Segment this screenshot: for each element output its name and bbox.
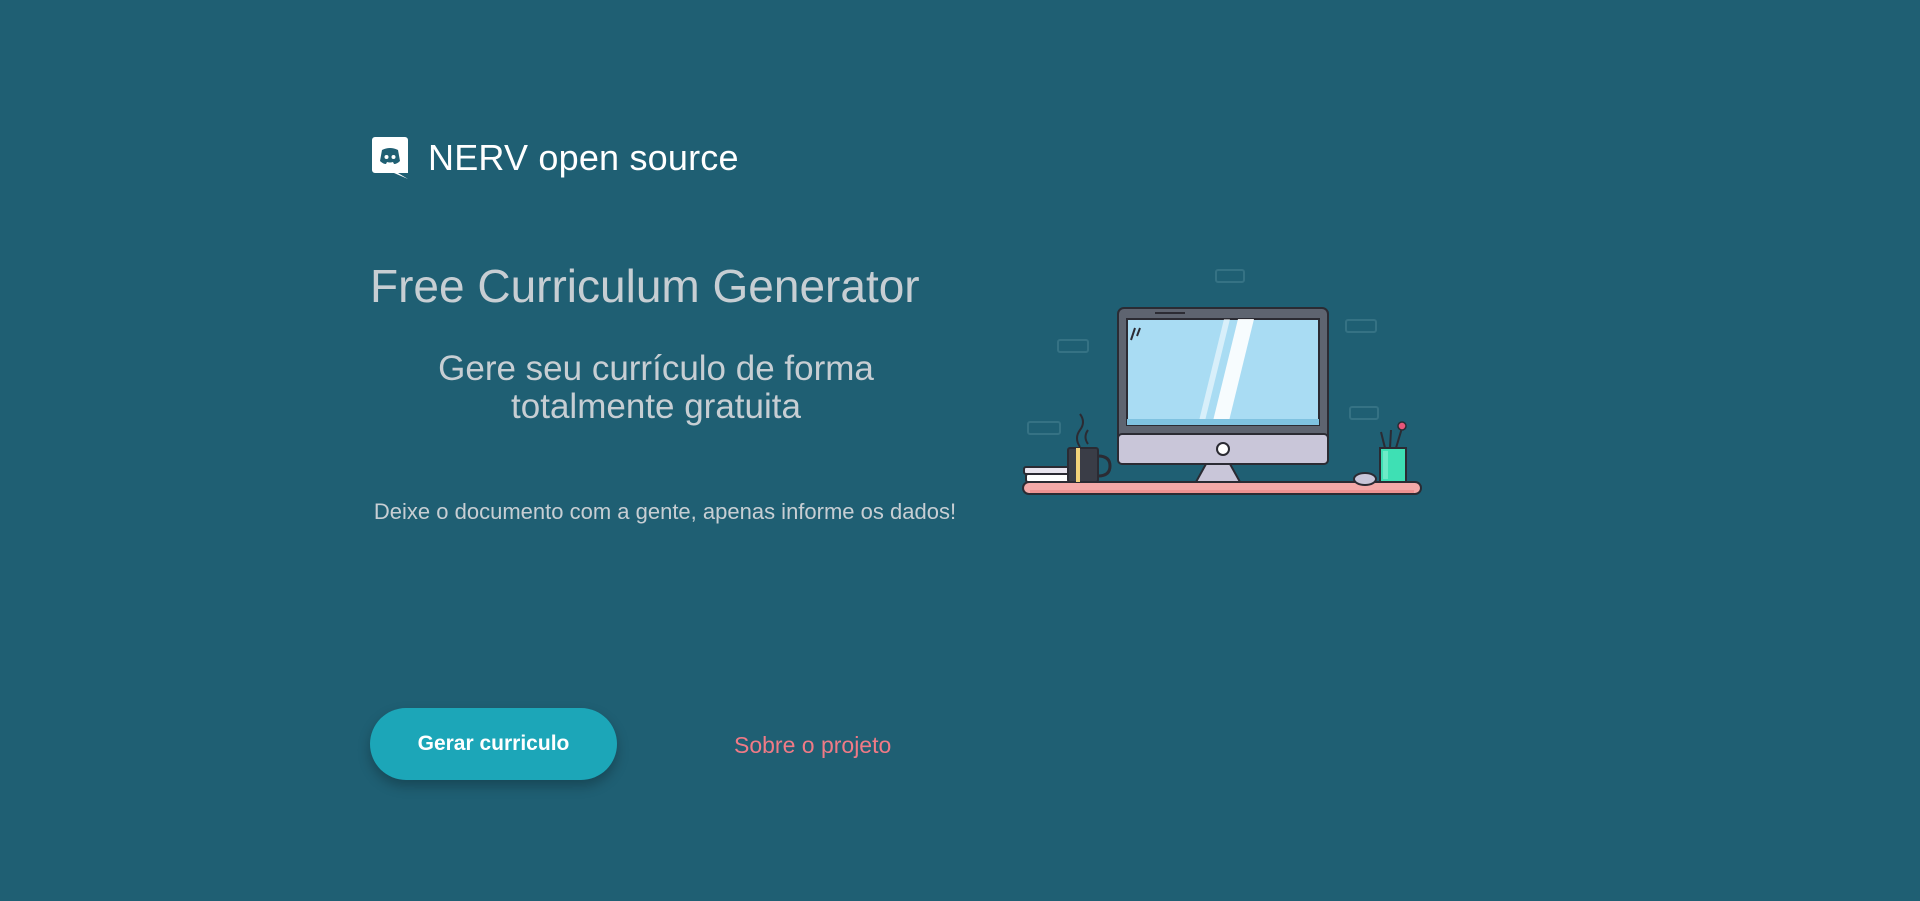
monitor	[1117, 307, 1329, 465]
hero-description: Deixe o documento com a gente, apenas in…	[373, 499, 957, 524]
about-project-link[interactable]: Sobre o projeto	[734, 730, 891, 760]
discord-chat-bubble-icon	[372, 137, 408, 179]
landing-page: NERV open source Free Curriculum Generat…	[0, 0, 1920, 901]
generate-curriculum-button[interactable]: Gerar curriculo	[370, 708, 617, 780]
hero-subtitle: Gere seu currículo de forma totalmente g…	[438, 349, 874, 426]
hero-title: Free Curriculum Generator	[370, 260, 920, 312]
mouse	[1353, 472, 1377, 486]
monitor-stand	[1194, 463, 1242, 483]
pen-cup	[1379, 421, 1407, 483]
coffee-mug	[1067, 413, 1112, 483]
desk-computer-svg	[1022, 269, 1422, 495]
brand-name: NERV open source	[428, 137, 739, 178]
desk-computer-illustration	[1010, 262, 1430, 502]
brand[interactable]: NERV open source	[372, 136, 739, 180]
